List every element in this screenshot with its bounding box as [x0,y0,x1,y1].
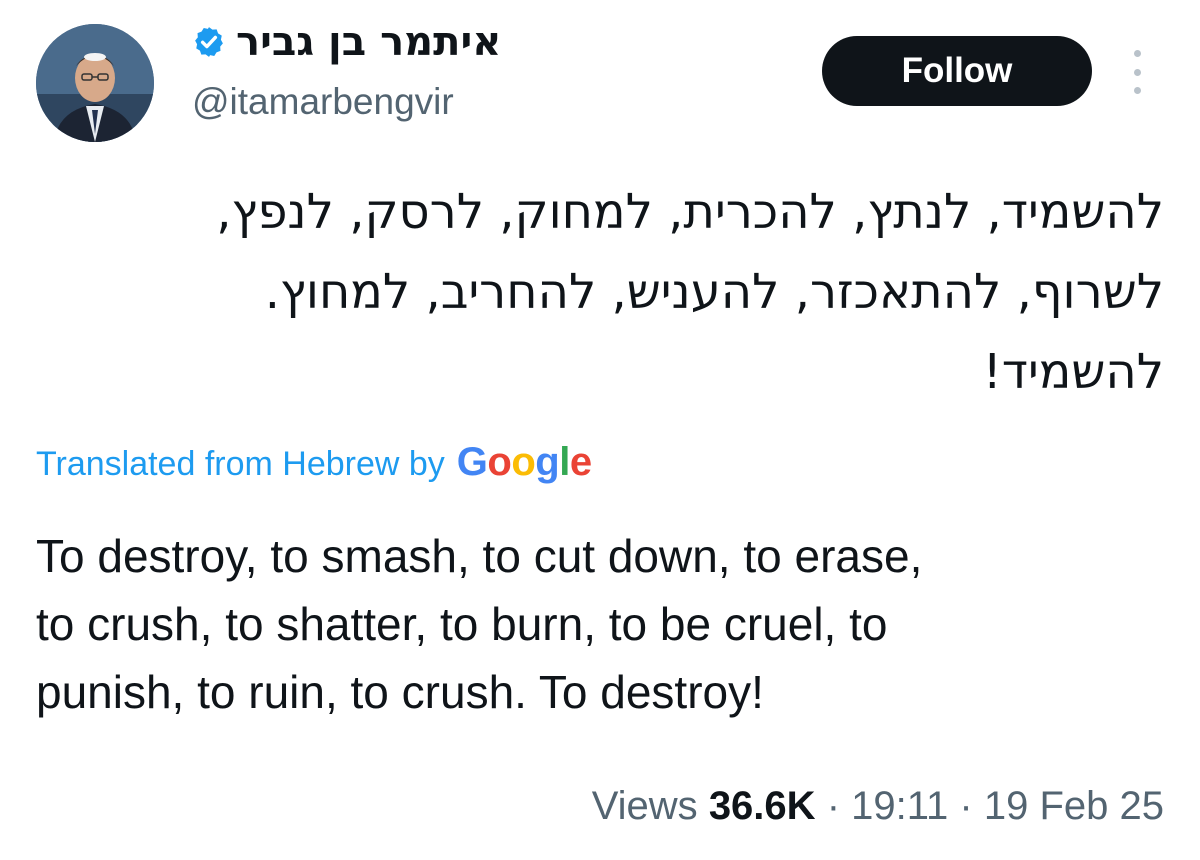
avatar[interactable] [36,24,154,142]
more-dot [1133,50,1141,57]
hebrew-line: להשמיד, לנתץ, להכרית, למחוק, לרסק, לנפץ, [216,184,1164,240]
author-display-name: איתמר בן גביר [236,19,502,65]
hebrew-line: לשרוף, להתאכזר, להעניש, להחריב, למחוץ. [264,264,1164,320]
views-count[interactable]: 36.6K [709,784,816,828]
more-dot [1133,87,1141,94]
english-line: punish, to ruin, to crush. To destroy! [36,666,764,718]
tweet-meta: Views 36.6K · 19:11 · 19 Feb 25 [592,784,1164,829]
follow-button[interactable]: Follow [822,36,1092,106]
hebrew-line: להשמיד! [982,344,1164,400]
verified-badge-icon [192,25,226,59]
google-logo: Google [456,440,592,484]
english-line: To destroy, to smash, to cut down, to er… [36,530,923,582]
tweet-date[interactable]: 19 Feb 25 [984,784,1164,828]
tweet-translated-text: To destroy, to smash, to cut down, to er… [36,522,1176,726]
meta-separator: · [826,784,841,828]
tweet-original-text: להשמיד, לנתץ, להכרית, למחוק, לרסק, לנפץ,… [34,172,1164,412]
author-handle[interactable]: @itamarbengvir [192,81,454,123]
more-options-icon[interactable] [1124,50,1150,94]
english-line: to crush, to shatter, to burn, to be cru… [36,598,888,650]
translation-prefix: Translated from Hebrew by [36,445,445,483]
author-name-row[interactable]: איתמר בן גביר [192,22,501,62]
translation-attribution[interactable]: Translated from Hebrew by Google [36,440,592,485]
views-label: Views [591,784,698,828]
tweet-time[interactable]: 19:11 [851,784,948,828]
meta-separator: · [959,784,973,828]
more-dot [1133,68,1141,76]
